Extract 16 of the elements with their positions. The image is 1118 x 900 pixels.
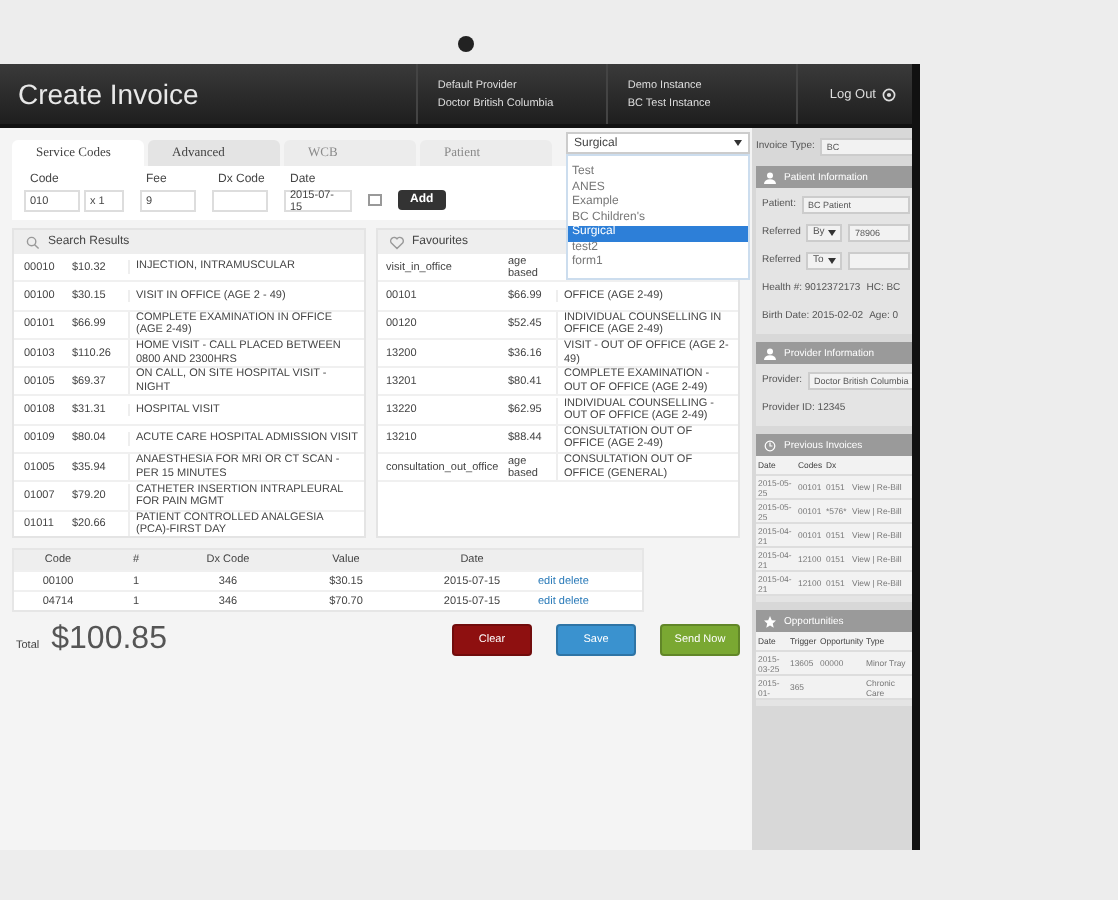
person-icon (764, 171, 776, 183)
star-icon (764, 615, 776, 627)
camera-icon (458, 36, 474, 52)
person-icon (764, 347, 776, 359)
window-title: Create Invoice (16, 78, 201, 110)
power-icon (882, 87, 896, 101)
heart-icon (390, 235, 404, 249)
caret-icon (734, 140, 742, 146)
caret-icon (828, 257, 837, 263)
referral-field[interactable] (848, 251, 910, 269)
caret-icon (828, 229, 837, 235)
total-amount: $100.85 (51, 622, 169, 658)
calendar-icon[interactable] (368, 194, 382, 206)
dx-code-field[interactable] (212, 190, 268, 212)
clock-icon (764, 439, 776, 451)
search-icon (26, 235, 40, 249)
